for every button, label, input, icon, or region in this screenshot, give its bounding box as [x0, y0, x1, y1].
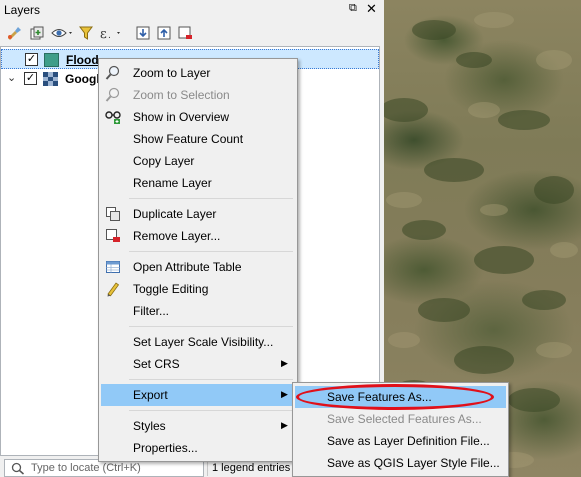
- menu-item-label: Filter...: [133, 304, 170, 318]
- menu-item-label: Properties...: [133, 441, 198, 455]
- filter-expression-icon[interactable]: ε.: [98, 23, 126, 43]
- remove-layer-icon: [105, 228, 121, 244]
- menu-item-label: Show in Overview: [133, 110, 230, 124]
- menu-item-save-selected-features-as[interactable]: Save Selected Features As...: [295, 408, 506, 430]
- menu-separator: [129, 198, 293, 199]
- menu-item-open-attribute-table[interactable]: Open Attribute Table: [101, 256, 295, 278]
- float-panel-button[interactable]: ⧉: [349, 2, 357, 15]
- menu-item-label: Save as QGIS Layer Style File...: [327, 456, 500, 470]
- menu-item-label: Save Selected Features As...: [327, 412, 482, 426]
- svg-text:ε: ε: [100, 27, 107, 41]
- menu-item-label: Styles: [133, 419, 166, 433]
- menu-item-set-layer-scale-visibility[interactable]: Set Layer Scale Visibility...: [101, 331, 295, 353]
- menu-item-rename-layer[interactable]: Rename Layer: [101, 172, 295, 194]
- visibility-eye-icon[interactable]: [50, 23, 76, 43]
- remove-layer-icon[interactable]: [175, 23, 195, 43]
- panel-title: Layers: [4, 3, 41, 17]
- menu-item-label: Rename Layer: [133, 176, 212, 190]
- menu-item-label: Save Features As...: [327, 390, 432, 404]
- pencil-icon: [105, 281, 121, 297]
- menu-item-show-in-overview[interactable]: Show in Overview: [101, 106, 295, 128]
- layer-context-menu: Zoom to Layer Zoom to Selection Show in …: [98, 58, 298, 462]
- svg-text:.: .: [108, 31, 111, 41]
- legend-count: 1 legend entries: [212, 462, 291, 474]
- menu-item-zoom-to-selection[interactable]: Zoom to Selection: [101, 84, 295, 106]
- menu-item-label: Save as Layer Definition File...: [327, 434, 490, 448]
- submenu-arrow-icon: ▶: [281, 358, 288, 368]
- menu-item-label: Copy Layer: [133, 154, 195, 168]
- menu-item-label: Zoom to Layer: [133, 66, 211, 80]
- menu-separator: [129, 251, 293, 252]
- zoom-layer-icon: [105, 65, 121, 81]
- collapse-all-icon[interactable]: [154, 23, 174, 43]
- layer-visibility-checkbox[interactable]: ✓: [24, 72, 37, 85]
- menu-item-label: Remove Layer...: [133, 229, 221, 243]
- duplicate-layer-icon: [105, 206, 121, 222]
- overview-icon: [105, 109, 121, 125]
- zoom-selection-icon: [105, 87, 121, 103]
- menu-item-toggle-editing[interactable]: Toggle Editing: [101, 278, 295, 300]
- submenu-arrow-icon: ▶: [281, 389, 288, 399]
- add-group-icon[interactable]: [27, 23, 47, 43]
- menu-item-properties[interactable]: Properties...: [101, 437, 295, 459]
- filter-legend-icon[interactable]: [76, 23, 96, 43]
- submenu-arrow-icon: ▶: [281, 420, 288, 430]
- menu-item-label: Export: [133, 388, 168, 402]
- expand-chevron-icon[interactable]: ⌄: [7, 71, 16, 84]
- layer-visibility-checkbox[interactable]: ✓: [25, 53, 38, 66]
- menu-item-copy-layer[interactable]: Copy Layer: [101, 150, 295, 172]
- menu-item-label: Show Feature Count: [133, 132, 244, 146]
- menu-separator: [129, 326, 293, 327]
- menu-item-label: Zoom to Selection: [133, 88, 230, 102]
- menu-separator: [129, 379, 293, 380]
- panel-header: Layers ⧉ ✕: [0, 0, 384, 20]
- menu-item-set-crs[interactable]: Set CRS ▶: [101, 353, 295, 375]
- menu-item-save-layer-definition[interactable]: Save as Layer Definition File...: [295, 430, 506, 452]
- style-manager-icon[interactable]: [4, 23, 24, 43]
- locator-input[interactable]: [31, 461, 201, 475]
- menu-item-save-features-as[interactable]: Save Features As...: [295, 386, 506, 408]
- menu-item-duplicate-layer[interactable]: Duplicate Layer: [101, 203, 295, 225]
- close-panel-button[interactable]: ✕: [366, 1, 377, 17]
- search-icon: [11, 462, 25, 475]
- layer-label: Flood: [66, 53, 99, 67]
- menu-item-label: Toggle Editing: [133, 282, 209, 296]
- menu-item-filter[interactable]: Filter...: [101, 300, 295, 322]
- menu-item-zoom-to-layer[interactable]: Zoom to Layer: [101, 62, 295, 84]
- polygon-layer-icon: [44, 53, 59, 67]
- expand-all-icon[interactable]: [133, 23, 153, 43]
- menu-item-show-feature-count[interactable]: Show Feature Count: [101, 128, 295, 150]
- menu-item-label: Duplicate Layer: [133, 207, 217, 221]
- layers-toolbar: ε.: [0, 20, 384, 46]
- menu-item-label: Open Attribute Table: [133, 260, 242, 274]
- menu-item-export[interactable]: Export ▶: [101, 384, 295, 406]
- menu-item-styles[interactable]: Styles ▶: [101, 415, 295, 437]
- raster-layer-icon: [43, 72, 58, 86]
- menu-item-label: Set CRS: [133, 357, 180, 371]
- attribute-table-icon: [105, 259, 121, 275]
- export-submenu: Save Features As... Save Selected Featur…: [292, 382, 509, 477]
- menu-item-save-qgis-layer-style[interactable]: Save as QGIS Layer Style File...: [295, 452, 506, 474]
- menu-item-remove-layer[interactable]: Remove Layer...: [101, 225, 295, 247]
- menu-item-label: Set Layer Scale Visibility...: [133, 335, 274, 349]
- layer-label: Googl: [65, 72, 100, 86]
- menu-separator: [129, 410, 293, 411]
